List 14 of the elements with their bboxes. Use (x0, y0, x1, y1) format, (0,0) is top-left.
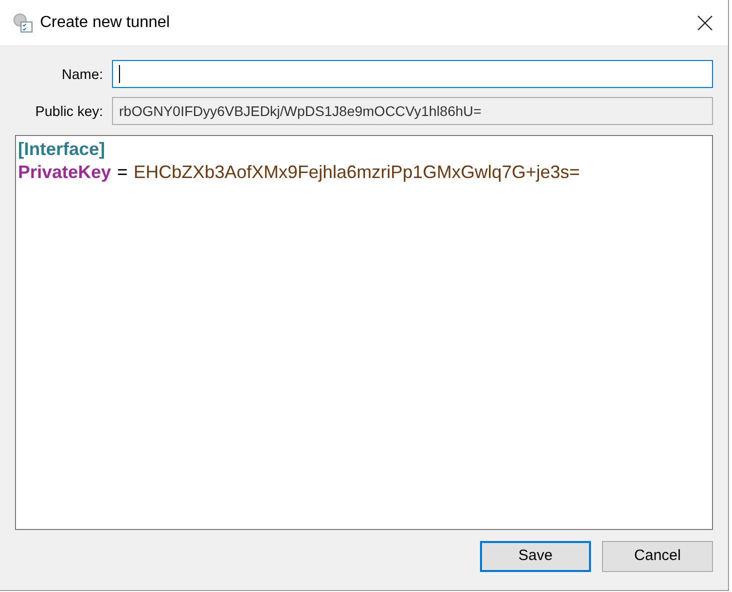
config-editor[interactable]: [Interface] PrivateKey = EHCbZXb3AofXMx9Fejhla6mzriPp1GMxGwlq7G+je3s= (15, 135, 713, 530)
key-name: PrivateKey (18, 161, 112, 184)
section-header: [Interface] (18, 138, 106, 161)
public-key-field: rbOGNY0IFDyy6VBJEDkj/WpDS1J8e9mOCCVy1hl86hU= (112, 97, 713, 125)
key-value: EHCbZXb3AofXMx9Fejhla6mzriPp1GMxGwlq7G+je3s= (134, 161, 580, 184)
text-cursor (119, 65, 120, 83)
equals-sign: = (117, 161, 128, 184)
save-button[interactable]: Save (480, 541, 591, 572)
close-icon (697, 14, 713, 30)
name-input[interactable] (112, 60, 713, 88)
name-label: Name: (60, 64, 103, 84)
cancel-button[interactable]: Cancel (602, 541, 713, 572)
window-title: Create new tunnel (40, 12, 170, 32)
public-key-label: Public key: (34, 102, 103, 121)
